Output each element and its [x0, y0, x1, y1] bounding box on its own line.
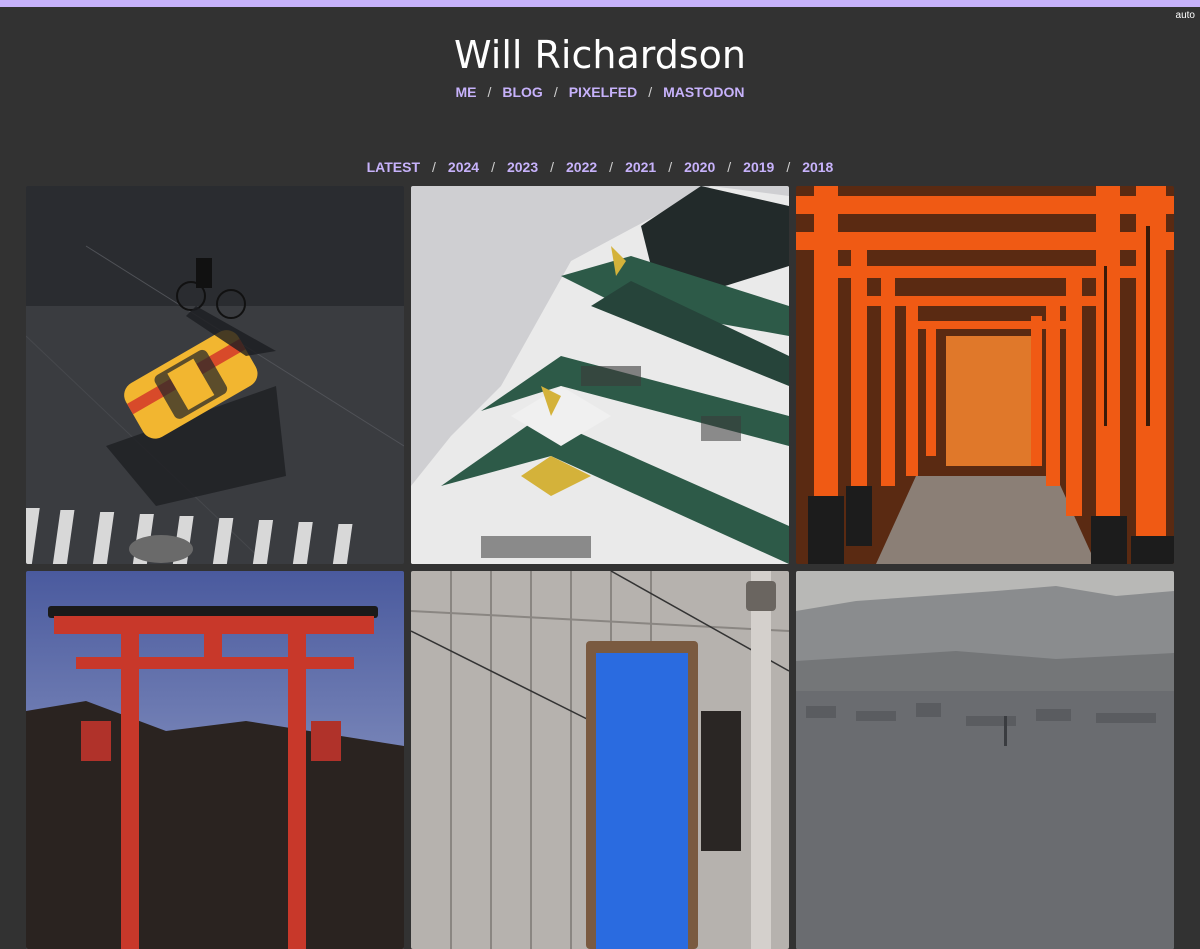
photo-osaka-castle-image — [411, 186, 789, 564]
nav-separator: / — [648, 84, 653, 100]
nav-separator: / — [553, 84, 558, 100]
photo-kyoto-view[interactable] — [796, 571, 1174, 949]
main-nav: ME / BLOG / PIXELFED / MASTODON — [0, 84, 1200, 100]
filter-2022-link[interactable]: 2022 — [566, 159, 597, 175]
filter-separator: / — [609, 159, 614, 175]
site-title: Will Richardson — [454, 33, 746, 77]
filter-separator: / — [668, 159, 673, 175]
filter-2019-link[interactable]: 2019 — [743, 159, 774, 175]
photo-kyoto-view-image — [796, 571, 1174, 949]
nav-pixelfed-link[interactable]: PIXELFED — [569, 84, 637, 100]
accent-top-bar — [0, 0, 1200, 7]
filter-separator: / — [550, 159, 555, 175]
nav-me-link[interactable]: ME — [455, 84, 476, 100]
filter-separator: / — [727, 159, 732, 175]
filter-2018-link[interactable]: 2018 — [802, 159, 833, 175]
photo-intersection-sign-image — [411, 571, 789, 949]
theme-toggle[interactable]: auto — [1176, 10, 1195, 21]
photo-red-torii-image — [26, 571, 404, 949]
photo-fushimi-inari-gates[interactable] — [796, 186, 1174, 564]
photo-intersection-sign[interactable] — [411, 571, 789, 949]
nav-blog-link[interactable]: BLOG — [502, 84, 542, 100]
photo-taxi-cyclist[interactable] — [26, 186, 404, 564]
filter-2021-link[interactable]: 2021 — [625, 159, 656, 175]
photo-fushimi-inari-gates-image — [796, 186, 1174, 564]
filter-2023-link[interactable]: 2023 — [507, 159, 538, 175]
filter-separator: / — [786, 159, 791, 175]
nav-separator: / — [487, 84, 492, 100]
year-filter-nav: LATEST / 2024 / 2023 / 2022 / 2021 / 2020 / 2019 / 201… — [0, 159, 1200, 175]
photo-red-torii[interactable] — [26, 571, 404, 949]
nav-mastodon-link[interactable]: MASTODON — [663, 84, 744, 100]
filter-separator: / — [432, 159, 436, 175]
filter-2020-link[interactable]: 2020 — [684, 159, 715, 175]
filter-latest-link[interactable]: LATEST — [367, 159, 420, 175]
filter-2024-link[interactable]: 2024 — [448, 159, 479, 175]
photo-taxi-cyclist-image — [26, 186, 404, 564]
filter-separator: / — [491, 159, 495, 175]
photo-osaka-castle[interactable] — [411, 186, 789, 564]
